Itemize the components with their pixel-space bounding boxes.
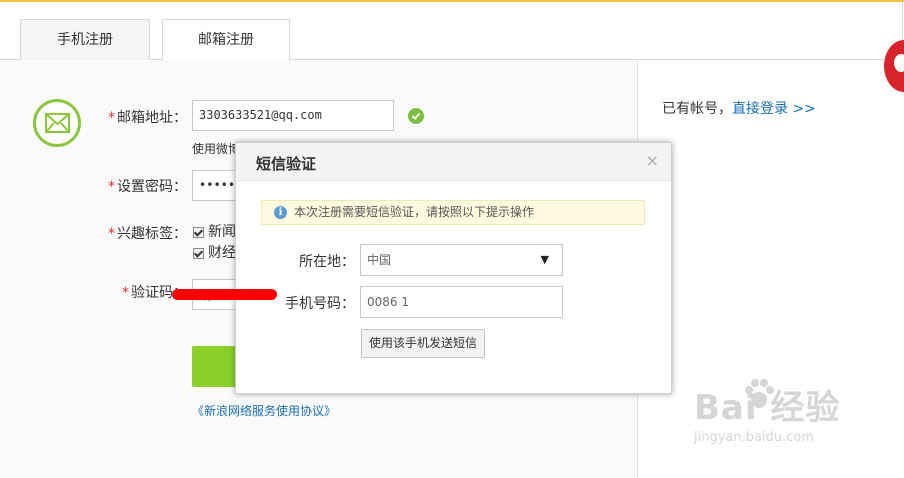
submit-button[interactable] (192, 346, 238, 387)
tab-email-register[interactable]: 邮箱注册 (162, 19, 290, 61)
mail-icon (33, 99, 81, 147)
agreement-link[interactable]: 《新浪网络服务使用协议》 (192, 402, 336, 419)
region-label: 所在地： (299, 254, 355, 270)
email-label-text: 邮箱地址： (117, 110, 187, 126)
watermark-url: jingyan.baidu.com (694, 430, 814, 445)
interest-label-news: 新闻 (208, 224, 236, 240)
redaction-mark (172, 289, 277, 300)
paw-icon (745, 379, 774, 408)
info-icon: i (274, 206, 287, 219)
registration-tabs: 手机注册 邮箱注册 (0, 19, 903, 61)
region-value: 中国 (367, 253, 392, 267)
direct-login-link[interactable]: 直接登录 >> (732, 101, 816, 117)
required-mark: * (122, 285, 129, 301)
email-label: * 邮箱地址： (108, 107, 187, 127)
dialog-title: 短信验证 (256, 155, 317, 173)
interest-option-news[interactable]: 新闻 (193, 221, 236, 241)
phone-label: 手机号码： (285, 296, 355, 312)
required-mark: * (108, 110, 115, 126)
notice-text: 本次注册需要短信验证，请按照以下提示操作 (294, 205, 535, 219)
dialog-header: 短信验证 × (236, 143, 671, 181)
phone-input[interactable]: 0086 1 (360, 286, 563, 318)
have-account-text: 已有帐号，直接登录 >> (662, 98, 816, 118)
chevron-down-icon: ▼ (540, 253, 549, 266)
tab-phone-register[interactable]: 手机注册 (20, 19, 150, 60)
send-sms-button[interactable]: 使用该手机发送短信 (361, 329, 485, 358)
sms-verification-dialog: 短信验证 × i 本次注册需要短信验证，请按照以下提示操作 所在地： 中国 ▼ … (235, 142, 672, 394)
sms-notice: i 本次注册需要短信验证，请按照以下提示操作 (261, 200, 645, 225)
checkbox-news[interactable] (193, 226, 204, 238)
interest-label-finance: 财经 (208, 245, 236, 261)
have-account-label: 已有帐号， (662, 101, 732, 117)
interest-option-finance[interactable]: 财经 (193, 242, 236, 262)
interests-label: * 兴趣标签： (108, 223, 187, 243)
email-input[interactable]: 3303633521@qq.com (192, 100, 394, 131)
required-mark: * (108, 179, 115, 195)
check-icon (408, 108, 424, 124)
region-select[interactable]: 中国 ▼ (360, 244, 563, 276)
baidu-jingyan-watermark: Bai 经验 jingyan.baidu.com (694, 379, 840, 445)
password-label-text: 设置密码： (117, 179, 187, 195)
interests-label-text: 兴趣标签： (117, 226, 187, 242)
required-mark: * (108, 226, 115, 242)
phone-value: 0086 1 (367, 295, 409, 309)
password-label: * 设置密码： (108, 176, 187, 196)
close-icon[interactable]: × (646, 151, 659, 170)
checkbox-finance[interactable] (193, 247, 204, 259)
